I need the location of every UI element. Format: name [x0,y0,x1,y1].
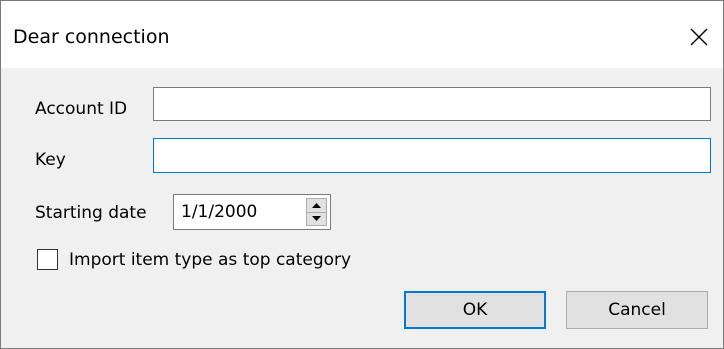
import-item-type-label: Import item type as top category [69,250,352,270]
import-item-type-checkbox[interactable] [37,249,58,270]
ok-button[interactable]: OK [404,291,546,329]
window-title: Dear connection [13,26,170,48]
title-bar: Dear connection [1,1,723,68]
account-id-field[interactable] [153,87,711,121]
spin-up-button[interactable] [307,199,326,212]
cancel-button[interactable]: Cancel [566,291,708,329]
date-spin-buttons [306,198,327,226]
close-button[interactable] [675,15,723,59]
starting-date-label: Starting date [35,203,147,223]
close-icon [690,28,708,46]
dialog-body: Account ID Key Starting date 1/1/2000 Im… [1,68,723,348]
key-label: Key [35,150,66,170]
starting-date-value: 1/1/2000 [181,202,258,222]
triangle-up-icon [312,203,321,208]
dialog-window: Dear connection Account ID Key Starting … [0,0,724,349]
spin-down-button[interactable] [307,212,326,226]
account-id-label: Account ID [35,99,128,119]
starting-date-picker[interactable]: 1/1/2000 [173,194,331,230]
triangle-down-icon [312,216,321,221]
key-field[interactable] [153,138,711,173]
